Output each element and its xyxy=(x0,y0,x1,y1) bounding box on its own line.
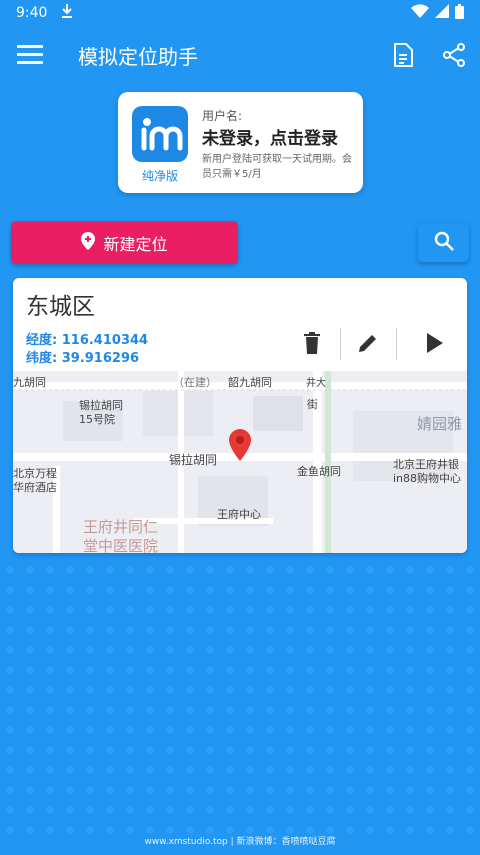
delete-icon[interactable] xyxy=(299,330,325,356)
map-label: 金鱼胡同 xyxy=(297,465,341,478)
location-name: 东城区 xyxy=(26,294,95,320)
wifi-icon xyxy=(411,4,429,22)
app-title: 模拟定位助手 xyxy=(78,45,198,69)
footer: www.xmstudio.top | 新浪微博：香喷喷哒豆腐 xyxy=(144,837,336,847)
search-icon xyxy=(434,231,454,255)
signal-icon xyxy=(435,4,449,22)
map-label: （在建） xyxy=(173,376,217,389)
search-button[interactable] xyxy=(418,223,469,262)
user-login-card[interactable]: 纯净版 用户名: 未登录，点击登录 新用户登陆可获取一天试用期。会员只需￥5/月 xyxy=(118,92,363,193)
battery-icon xyxy=(455,3,464,23)
map-label: 韶九胡同 xyxy=(228,376,272,389)
edition-label: 纯净版 xyxy=(141,169,178,183)
app-bar: 模拟定位助手 xyxy=(0,26,480,84)
download-icon xyxy=(61,4,73,22)
location-card[interactable]: 东城区 经度: 116.410344 纬度: 39.916296 九胡同 （在建… xyxy=(13,278,467,553)
divider xyxy=(340,328,341,360)
map-label: 华府酒店 xyxy=(13,481,57,494)
location-map[interactable]: 九胡同 （在建） 韶九胡同 井大 街 锡拉胡同 15号院 婧园雅 北京万程 华府… xyxy=(13,371,467,553)
location-pin-icon xyxy=(81,231,96,254)
latitude-label: 纬度: xyxy=(26,351,58,366)
document-icon[interactable] xyxy=(393,43,413,71)
map-label: 九胡同 xyxy=(13,376,46,389)
map-label: 王府中心 xyxy=(217,508,261,521)
map-label: 婧园雅 xyxy=(417,415,463,433)
login-status: 未登录，点击登录 xyxy=(202,129,338,149)
map-label: 锡拉胡同 xyxy=(169,453,218,467)
map-label: 井大 xyxy=(306,378,326,389)
longitude-value: 116.410344 xyxy=(61,333,149,348)
longitude-label: 经度: xyxy=(26,333,58,348)
membership-hint: 新用户登陆可获取一天试用期。会员只需￥5/月 xyxy=(202,154,352,180)
new-location-button[interactable]: 新建定位 xyxy=(11,221,238,264)
map-label: 王府井同仁 xyxy=(83,518,159,536)
status-time: 9:40 xyxy=(16,5,48,21)
map-label: 堂中医医院 xyxy=(83,537,159,553)
app-logo-icon xyxy=(132,106,188,162)
latitude-value: 39.916296 xyxy=(61,351,140,366)
username-label: 用户名: xyxy=(202,109,243,123)
share-icon[interactable] xyxy=(442,43,466,71)
map-label: in88购物中心 xyxy=(393,472,462,485)
latitude-row: 纬度: 39.916296 xyxy=(26,347,139,366)
status-bar: 9:40 xyxy=(0,0,480,26)
map-label: 街 xyxy=(307,398,318,411)
edit-icon[interactable] xyxy=(355,330,381,356)
new-location-label: 新建定位 xyxy=(103,234,168,254)
map-label: 15号院 xyxy=(79,413,115,426)
menu-icon[interactable] xyxy=(17,45,43,65)
background-pattern xyxy=(0,560,480,840)
longitude-row: 经度: 116.410344 xyxy=(26,329,148,348)
play-icon[interactable] xyxy=(421,330,447,356)
divider xyxy=(396,328,397,360)
map-marker-icon xyxy=(229,429,251,465)
